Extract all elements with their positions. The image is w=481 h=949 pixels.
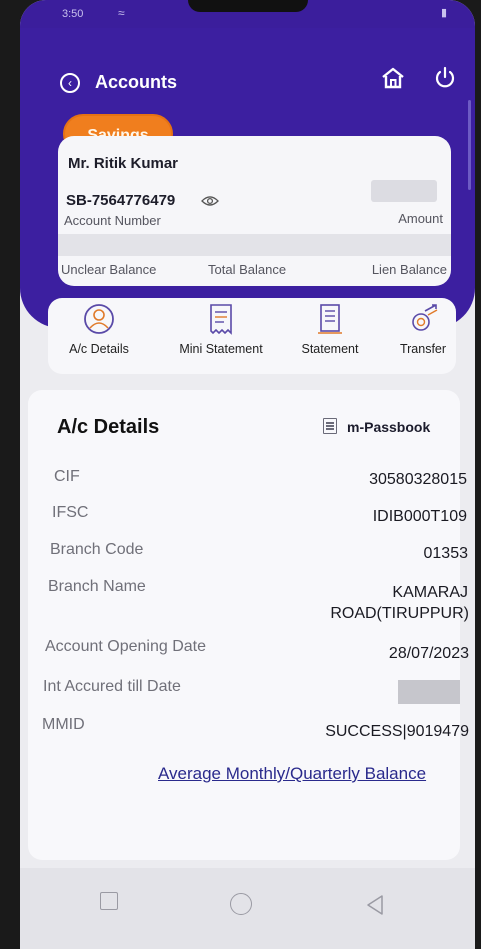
- battery-icon: ▮: [440, 7, 447, 19]
- eye-icon[interactable]: [201, 194, 219, 212]
- action-ac-details[interactable]: A/c Details: [56, 302, 142, 356]
- branch-code-value: 01353: [423, 545, 469, 562]
- account-number: SB-7564776479: [66, 192, 176, 209]
- average-balance-link[interactable]: Average Monthly/Quarterly Balance: [158, 764, 426, 784]
- masked-balances: [58, 234, 451, 256]
- action-label: Transfer: [399, 342, 447, 356]
- cif-label: CIF: [54, 468, 80, 485]
- back-nav-icon[interactable]: [365, 894, 385, 921]
- power-icon[interactable]: [433, 66, 457, 95]
- home-icon[interactable]: [380, 66, 406, 95]
- total-balance-label: Total Balance: [208, 262, 287, 277]
- action-transfer[interactable]: Transfer: [382, 302, 464, 356]
- account-holder-name: Mr. Ritik Kumar: [68, 155, 179, 172]
- camera-notch: [188, 0, 308, 12]
- unclear-balance-label: Unclear Balance: [61, 262, 157, 277]
- user-circle-icon: [84, 304, 114, 334]
- home-nav-icon[interactable]: [230, 893, 252, 915]
- branch-name-label: Branch Name: [48, 578, 146, 595]
- recents-icon[interactable]: [100, 892, 118, 910]
- details-title: A/c Details: [57, 416, 160, 438]
- system-nav-bar: [20, 868, 475, 949]
- m-passbook-label: m-Passbook: [347, 419, 431, 435]
- account-summary-card: Mr. Ritik Kumar SB-7564776479 Account Nu…: [58, 136, 451, 286]
- passbook-icon: [323, 418, 337, 434]
- action-label: A/c Details: [69, 342, 129, 356]
- masked-amount: [371, 180, 437, 202]
- account-opening-date-label: Account Opening Date: [45, 638, 206, 655]
- page-title: Accounts: [95, 72, 178, 92]
- wifi-icon: ≈: [118, 6, 125, 20]
- action-mini-statement[interactable]: Mini Statement: [158, 302, 284, 356]
- action-statement[interactable]: Statement: [284, 302, 376, 356]
- quick-actions: A/c Details Mini Statement Statement Tra…: [48, 298, 456, 374]
- phone-screen: 3:50 ≈ ▮ ‹ Accounts Savings Mr. Ritik Ku…: [20, 0, 475, 949]
- masked-interest-value: [398, 680, 460, 704]
- status-time: 3:50: [62, 8, 84, 20]
- action-label: Statement: [301, 342, 359, 356]
- int-accured-label: Int Accured till Date: [43, 678, 181, 695]
- account-details-card: A/c Details m-Passbook CIF 30580328015 I…: [28, 390, 469, 860]
- back-icon[interactable]: ‹: [60, 73, 80, 93]
- branch-name-value: KAMARAJ: [392, 584, 468, 601]
- m-passbook-button[interactable]: m-Passbook: [323, 418, 430, 435]
- ifsc-label: IFSC: [52, 504, 89, 521]
- mmid-value: SUCCESS|9019479: [325, 723, 469, 740]
- document-icon: [318, 304, 342, 334]
- lien-balance-label: Lien Balance: [371, 262, 447, 277]
- transfer-icon: [412, 304, 438, 331]
- ifsc-value: IDIB000T109: [372, 508, 467, 525]
- cif-value: 30580328015: [369, 471, 467, 488]
- scrollbar[interactable]: [468, 100, 471, 190]
- status-bar: 3:50 ≈ ▮: [20, 0, 475, 28]
- action-label: Mini Statement: [179, 342, 263, 356]
- mmid-label: MMID: [42, 716, 85, 733]
- amount-label: Amount: [398, 211, 443, 226]
- branch-name-value-line2: ROAD(TIRUPPUR): [330, 605, 469, 622]
- receipt-icon: [210, 304, 232, 335]
- branch-code-label: Branch Code: [50, 541, 144, 558]
- account-number-label: Account Number: [64, 213, 161, 228]
- account-opening-date-value: 28/07/2023: [388, 645, 469, 662]
